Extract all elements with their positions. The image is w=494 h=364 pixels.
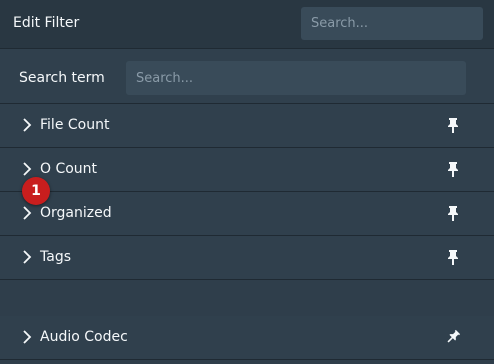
pin-outline-icon[interactable] [444, 328, 462, 346]
criterion-row-tags[interactable]: Tags [0, 236, 494, 280]
criterion-row-file-count[interactable]: File Count [0, 104, 494, 148]
search-term-label: Search term [19, 70, 105, 86]
chevron-right-icon [23, 162, 32, 176]
criterion-row-o-count[interactable]: O Count [0, 148, 494, 192]
search-term-input[interactable] [126, 61, 466, 95]
criterion-label: File Count [40, 117, 110, 133]
dialog-header: Edit Filter [0, 0, 494, 49]
chevron-right-icon [23, 206, 32, 220]
pin-icon[interactable] [444, 204, 462, 222]
pin-icon[interactable] [444, 160, 462, 178]
pin-icon[interactable] [444, 248, 462, 266]
criterion-row-audio-codec[interactable]: Audio Codec [0, 316, 494, 360]
notification-badge: 1 [22, 177, 50, 205]
dialog-title: Edit Filter [13, 15, 80, 31]
chevron-right-icon [23, 250, 32, 264]
criteria-search-input[interactable] [301, 7, 483, 40]
criterion-row-organized[interactable]: Organized [0, 192, 494, 236]
chevron-right-icon [23, 118, 32, 132]
criterion-label: O Count [40, 161, 98, 177]
criterion-label: Audio Codec [40, 329, 128, 345]
search-term-row: Search term [0, 49, 494, 104]
section-divider [0, 280, 494, 317]
criterion-label: Tags [40, 249, 71, 265]
criterion-label: Organized [40, 205, 112, 221]
pin-icon[interactable] [444, 116, 462, 134]
chevron-right-icon [23, 330, 32, 344]
